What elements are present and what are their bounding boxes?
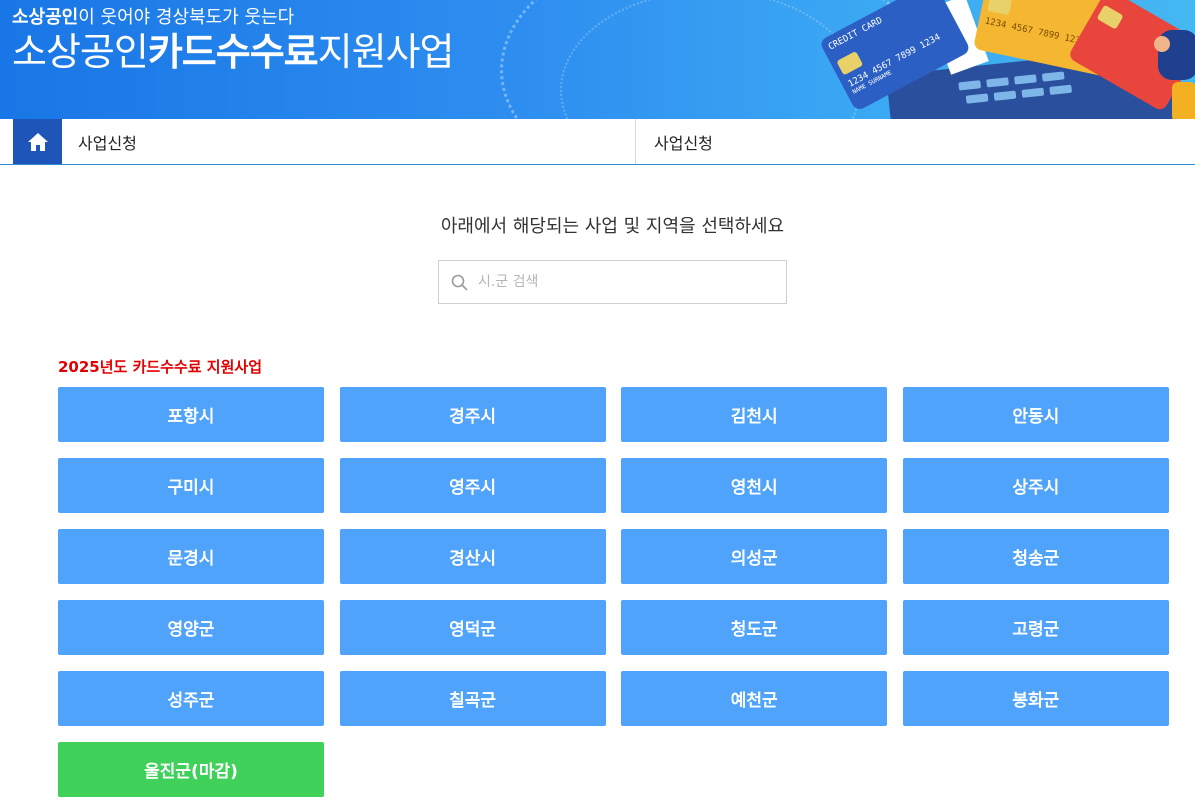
banner-slogan: 소상공인이 웃어야 경상북도가 웃는다 xyxy=(12,6,294,30)
region-button-grid: 포항시 경주시 김천시 안동시 구미시 영주시 영천시 상주시 문경시 경산시 … xyxy=(58,387,1169,797)
region-button-cheongsong[interactable]: 청송군 xyxy=(902,529,1169,584)
region-button-mungyeong[interactable]: 문경시 xyxy=(58,529,324,584)
region-button-yeongcheon[interactable]: 영천시 xyxy=(621,458,888,513)
region-button-seongju[interactable]: 성주군 xyxy=(58,671,324,726)
headline-pre: 소상공인 xyxy=(12,30,149,74)
region-button-gyeongju[interactable]: 경주시 xyxy=(339,387,606,442)
region-search-input[interactable] xyxy=(478,274,768,290)
region-button-andong[interactable]: 안동시 xyxy=(902,387,1169,442)
region-button-yeongdeok[interactable]: 영덕군 xyxy=(339,600,606,655)
region-button-uljin-closed[interactable]: 울진군(마감) xyxy=(58,742,324,797)
region-button-gyeongsan[interactable]: 경산시 xyxy=(339,529,606,584)
region-button-bonghwa[interactable]: 봉화군 xyxy=(902,671,1169,726)
search-icon xyxy=(451,274,468,290)
region-button-sangju[interactable]: 상주시 xyxy=(902,458,1169,513)
breadcrumb-nav: 사업신청 사업신청 xyxy=(0,119,1195,165)
region-button-uiseong[interactable]: 의성군 xyxy=(621,529,888,584)
region-button-gimcheon[interactable]: 김천시 xyxy=(621,387,888,442)
section-title: 2025년도 카드수수료 지원사업 xyxy=(58,358,262,376)
region-button-pohang[interactable]: 포항시 xyxy=(58,387,324,442)
region-button-yecheon[interactable]: 예천군 xyxy=(621,671,888,726)
headline-bold: 카드수수료 xyxy=(147,30,319,74)
region-button-yeongyang[interactable]: 영양군 xyxy=(58,600,324,655)
home-icon xyxy=(27,132,48,151)
region-search-box[interactable] xyxy=(438,260,787,304)
slogan-bold: 소상공인 xyxy=(12,7,79,28)
nav-menu-label: 사업신청 xyxy=(78,133,137,153)
region-button-chilgok[interactable]: 칠곡군 xyxy=(339,671,606,726)
person-illustration xyxy=(1150,0,1195,119)
banner-headline: 소상공인카드수수료지원사업 xyxy=(12,28,454,76)
home-button[interactable] xyxy=(13,119,62,164)
card-chip-icon xyxy=(836,51,864,76)
region-button-gumi[interactable]: 구미시 xyxy=(58,458,324,513)
nav-menu-business-apply[interactable]: 사업신청 xyxy=(62,119,636,164)
card-chip-icon xyxy=(1096,4,1124,30)
credit-card-illustration: CREDIT CARD 1234 4567 7899 1234 NAME SUR… xyxy=(818,0,1195,119)
headline-post: 지원사업 xyxy=(317,30,455,74)
instruction-text: 아래에서 해당되는 사업 및 지역을 선택하세요 xyxy=(440,216,785,237)
region-button-goryeong[interactable]: 고령군 xyxy=(902,600,1169,655)
nav-submenu-label: 사업신청 xyxy=(654,133,713,153)
banner-decoration xyxy=(560,0,860,119)
top-banner: 소상공인이 웃어야 경상북도가 웃는다 소상공인카드수수료지원사업 CREDIT… xyxy=(0,0,1195,119)
slogan-rest: 이 웃어야 경상북도가 웃는다 xyxy=(78,7,295,28)
region-button-yeongju[interactable]: 영주시 xyxy=(339,458,606,513)
card-chip-icon xyxy=(987,0,1013,16)
nav-submenu-business-apply[interactable]: 사업신청 xyxy=(637,119,1195,164)
region-button-cheongdo[interactable]: 청도군 xyxy=(621,600,888,655)
